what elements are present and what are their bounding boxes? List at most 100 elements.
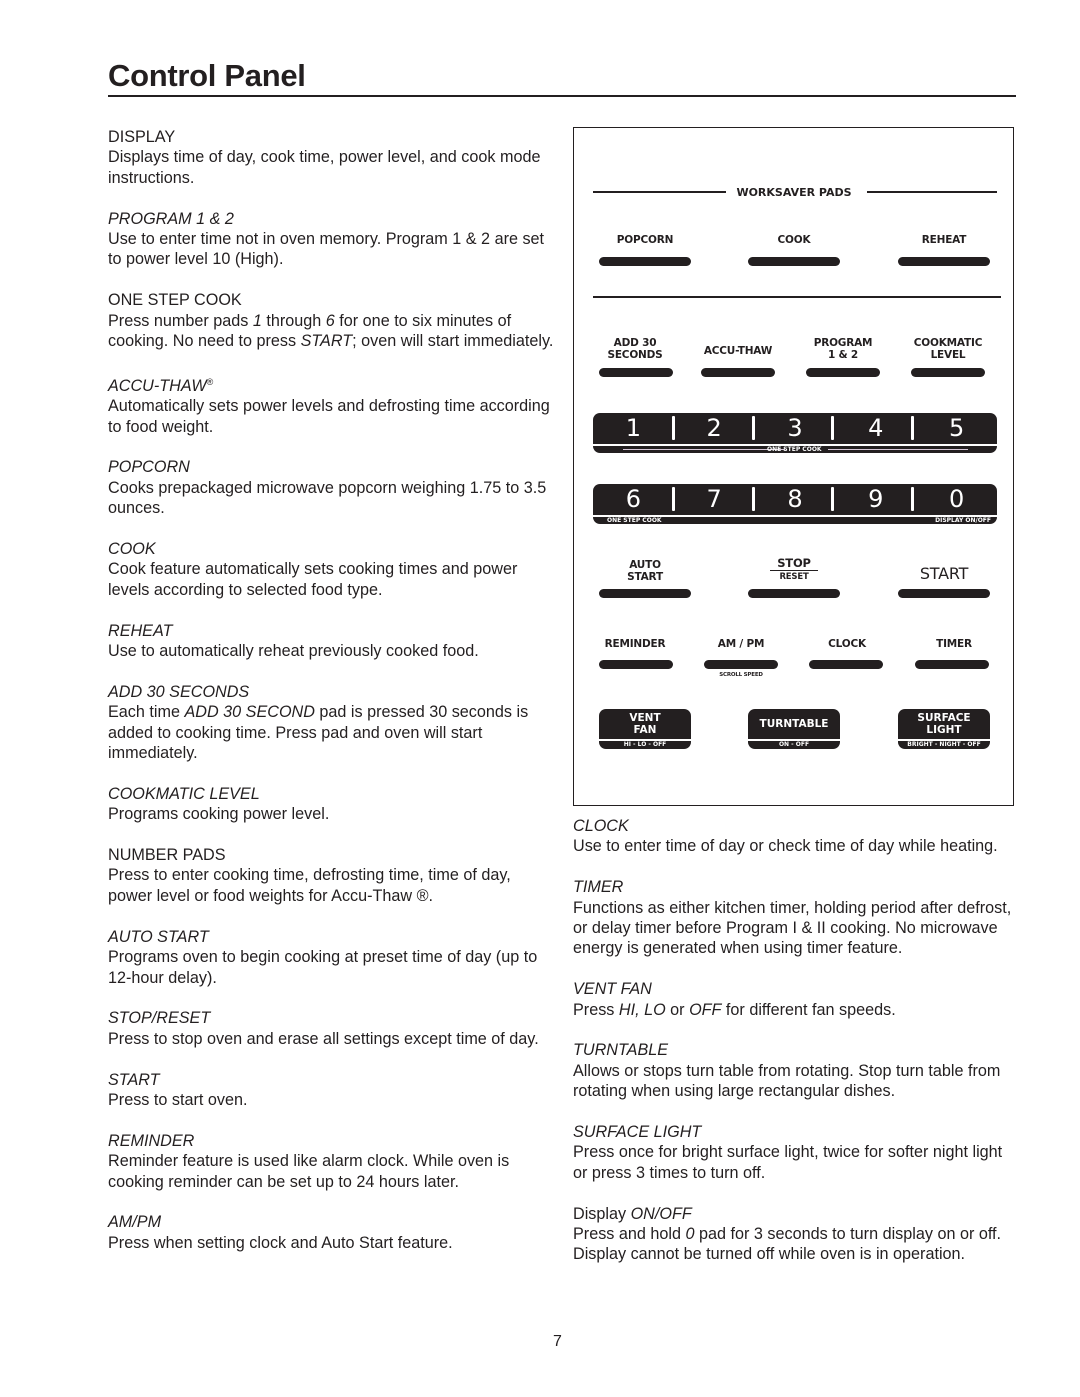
reheat-pad[interactable] — [898, 257, 990, 266]
feature-entry: COOKMATIC LEVEL Programs cooking power le… — [108, 784, 558, 825]
number-pad-9[interactable]: 9 — [835, 484, 916, 515]
description-part: 1 — [252, 311, 262, 330]
feature-description: Cook feature automatically sets cooking … — [108, 560, 518, 599]
cook-label: COOK — [777, 234, 811, 246]
accu-thaw-pad[interactable] — [701, 368, 775, 377]
feature-heading: START — [108, 1070, 558, 1090]
feature-heading: AUTO START — [108, 927, 558, 947]
feature-description: Programs cooking power level. — [108, 805, 330, 824]
left-description-column: DISPLAY Displays time of day, cook time, … — [108, 127, 558, 1274]
number-pad-4[interactable]: 4 — [835, 413, 916, 444]
number-pad-2[interactable]: 2 — [674, 413, 755, 444]
vent-fan-label: VENT FAN — [599, 712, 691, 737]
feature-heading: COOKMATIC LEVEL — [108, 784, 558, 804]
control-panel-diagram: WORKSAVER PADS POPCORN COOK REHEAT ADD 3… — [573, 127, 1014, 806]
start-label: START — [919, 564, 969, 583]
description-part: START — [300, 332, 353, 351]
popcorn-label: POPCORN — [616, 234, 674, 246]
feature-entry: PROGRAM 1 & 2 Use to enter time not in ov… — [108, 209, 558, 270]
add-30-line1: ADD 30 — [613, 337, 657, 349]
feature-heading: POPCORN — [108, 457, 558, 477]
feature-entry: CLOCK Use to enter time of day or check t… — [573, 816, 1013, 857]
turntable-button[interactable]: TURNTABLE ON - OFF — [748, 709, 840, 749]
cook-pad[interactable] — [748, 257, 840, 266]
feature-heading: NUMBER PADS — [108, 845, 558, 865]
feature-entry: POPCORN Cooks prepackaged microwave popco… — [108, 457, 558, 518]
one-step-cook-caption: ONE STEP COOK — [767, 446, 822, 453]
start-pad[interactable] — [898, 589, 990, 598]
am-pm-label: AM / PM — [717, 638, 765, 650]
number-pad-3[interactable]: 3 — [755, 413, 836, 444]
scroll-speed-caption: SCROLL SPEED — [719, 672, 763, 678]
add-30-seconds-pad[interactable] — [599, 368, 673, 377]
program-line1: PROGRAM — [813, 337, 873, 349]
feature-description: Programs oven to begin cooking at preset… — [108, 948, 538, 987]
feature-description: Press number pads 1 through 6 for one to… — [108, 311, 558, 352]
description-part: 0 — [685, 1225, 695, 1244]
feature-heading: TURNTABLE — [573, 1040, 1013, 1060]
feature-heading: SURFACE LIGHT — [573, 1122, 1013, 1142]
worksaver-label: WORKSAVER PADS — [736, 186, 852, 199]
number-pads-1-5: 1 2 3 4 5 ONE STEP COOK — [593, 413, 997, 453]
feature-description: Allows or stops turn table from rotating… — [573, 1061, 1001, 1101]
description-part: ; oven will start immediately. — [352, 332, 554, 351]
worksaver-rule-right — [867, 191, 997, 193]
clock-label: CLOCK — [828, 638, 866, 650]
timer-pad[interactable] — [915, 660, 989, 669]
feature-heading: Display ON/OFF — [573, 1204, 1013, 1224]
auto-start-pad[interactable] — [599, 589, 691, 598]
clock-pad[interactable] — [809, 660, 883, 669]
reminder-label: REMINDER — [604, 638, 666, 650]
number-pad-8[interactable]: 8 — [755, 484, 836, 515]
number-pad-1[interactable]: 1 — [593, 413, 674, 444]
number-pad-7[interactable]: 7 — [674, 484, 755, 515]
feature-description: Automatically sets power levels and defr… — [108, 397, 550, 436]
feature-heading: DISPLAY — [108, 127, 558, 147]
feature-entry: AM/PM Press when setting clock and Auto S… — [108, 1212, 558, 1253]
feature-description: Press once for bright surface light, twi… — [573, 1143, 1003, 1182]
surface-line1: SURFACE — [917, 712, 971, 724]
description-part: or — [665, 1000, 690, 1019]
heading-text: NUMBER PADS — [108, 846, 226, 865]
feature-heading: REHEAT — [108, 621, 558, 641]
caption-rule-left — [623, 449, 785, 450]
vent-fan-button[interactable]: VENT FAN HI - LO - OFF — [599, 709, 691, 749]
number-separator — [831, 487, 834, 511]
number-pad-6[interactable]: 6 — [593, 484, 674, 515]
cookmatic-line1: COOKMATIC — [913, 337, 983, 349]
feature-description: Use to enter time not in oven memory. Pr… — [108, 230, 545, 269]
am-pm-pad[interactable] — [704, 660, 778, 669]
feature-entry: ADD 30 SECONDS Each time ADD 30 SECOND pa… — [108, 682, 558, 764]
program-1-2-label: PROGRAM 1 & 2 — [814, 337, 873, 361]
description-part: for different fan speeds. — [721, 1000, 896, 1019]
feature-heading: COOK — [108, 539, 558, 559]
feature-heading: CLOCK — [573, 816, 1013, 836]
surface-light-label: SURFACE LIGHT — [898, 712, 990, 737]
stop-reset-pad[interactable] — [748, 589, 840, 598]
popcorn-pad[interactable] — [599, 257, 691, 266]
heading-text: AM/PM — [108, 1213, 162, 1232]
number-pad-5[interactable]: 5 — [916, 413, 997, 444]
feature-heading: VENT FAN — [573, 979, 1013, 999]
surface-light-button[interactable]: SURFACE LIGHT BRIGHT - NIGHT - OFF — [898, 709, 990, 749]
auto-start-line1: AUTO — [629, 559, 661, 571]
feature-entry: AUTO START Programs oven to begin cooking… — [108, 927, 558, 988]
reset-label: RESET — [779, 572, 809, 582]
feature-heading: AM/PM — [108, 1212, 558, 1232]
heading-text: TIMER — [573, 878, 624, 897]
program-1-2-pad[interactable] — [806, 368, 880, 377]
one-step-cook-caption-bottom: ONE STEP COOK — [607, 517, 662, 524]
turntable-sub: ON - OFF — [778, 741, 810, 748]
heading-text: START — [108, 1070, 160, 1089]
surface-light-sub: BRIGHT - NIGHT - OFF — [907, 741, 981, 748]
feature-description: Press to stop oven and erase all setting… — [108, 1029, 539, 1048]
feature-description: Press to start oven. — [108, 1090, 248, 1109]
cookmatic-level-pad[interactable] — [911, 368, 985, 377]
description-part: Press number pads — [108, 311, 253, 330]
number-pad-0[interactable]: 0 — [916, 484, 997, 515]
reminder-pad[interactable] — [599, 660, 673, 669]
program-line2: 1 & 2 — [827, 349, 859, 361]
description-part: HI, LO — [618, 1000, 666, 1019]
heading-text: REHEAT — [108, 621, 173, 640]
display-on-off-caption: DISPLAY ON/OFF — [935, 517, 991, 524]
